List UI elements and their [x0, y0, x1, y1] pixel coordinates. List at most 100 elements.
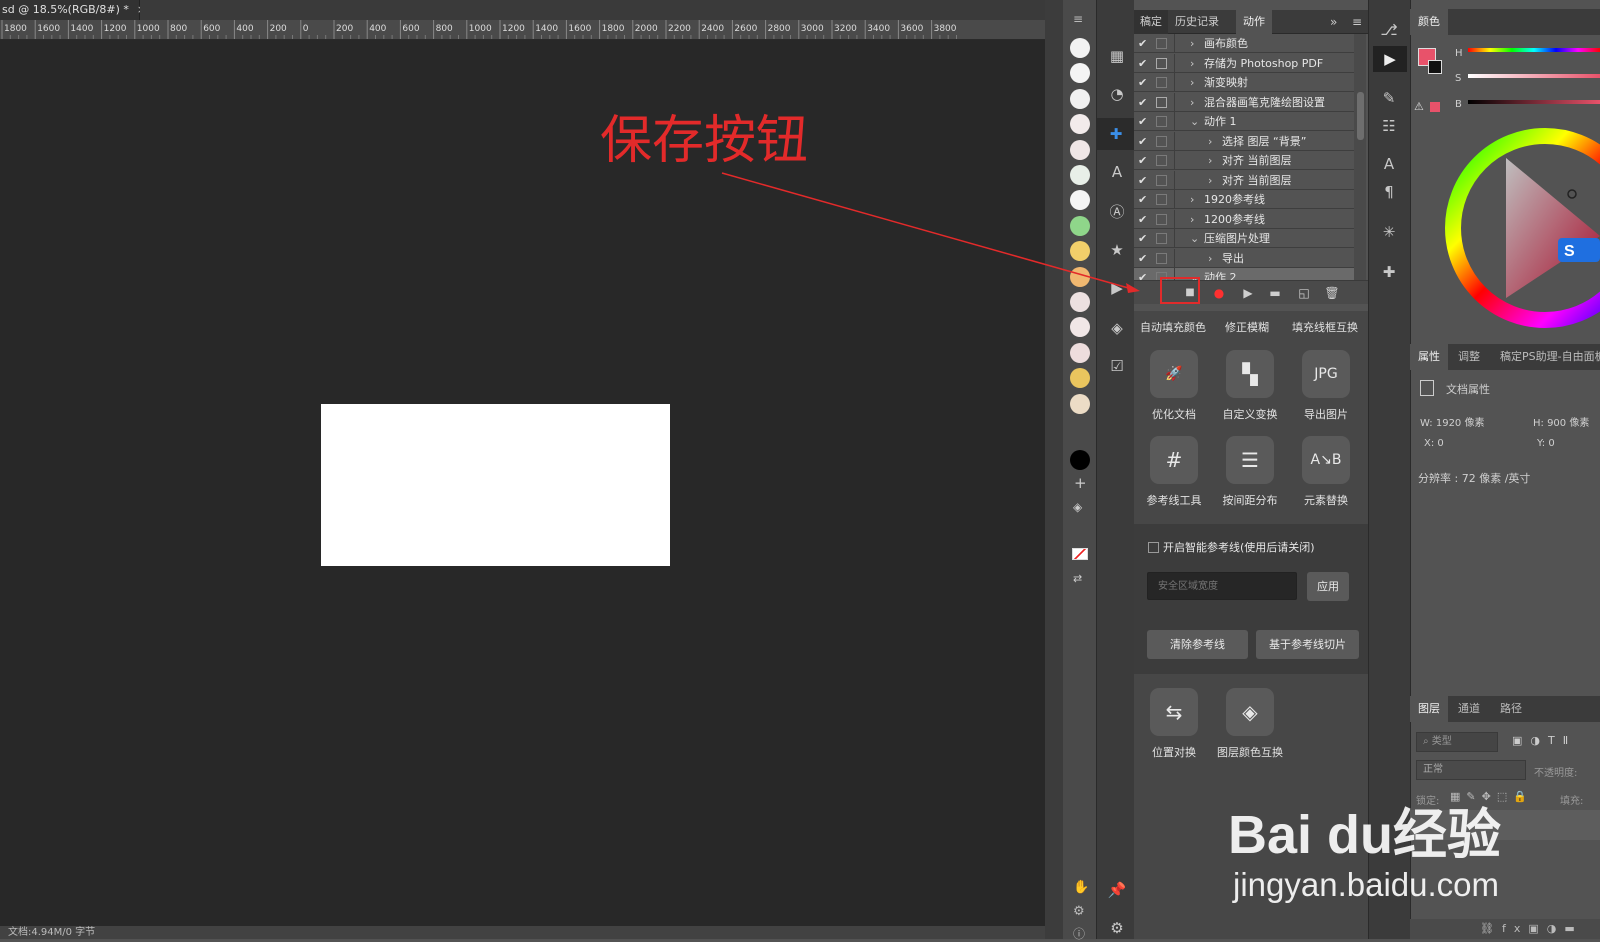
jpg-export-icon[interactable]: JPG — [1302, 350, 1350, 398]
rocket-icon[interactable]: 🚀 — [1150, 350, 1198, 398]
layers-bottom-toolbar[interactable]: ⛓fx▣◑▬ — [1410, 919, 1600, 939]
sliders-icon[interactable]: ☷ — [1379, 116, 1399, 136]
chevron-right-icon[interactable]: › — [1208, 249, 1212, 268]
layer-filter-select[interactable]: ⌕ 类型 — [1416, 732, 1498, 752]
grid-hash-icon[interactable]: # — [1150, 436, 1198, 484]
dialog-toggle[interactable] — [1156, 57, 1167, 69]
pin-icon[interactable]: 📌 — [1107, 880, 1127, 900]
chevron-down-icon[interactable]: ⌄ — [1190, 112, 1199, 131]
color-swatch[interactable] — [1070, 165, 1090, 185]
info-icon[interactable]: ⓘ — [1073, 925, 1085, 942]
character-icon[interactable]: A — [1379, 154, 1399, 174]
dialog-toggle[interactable] — [1156, 252, 1167, 264]
action-row[interactable]: ✔ › 画布颜色 — [1134, 34, 1354, 53]
checklist-icon[interactable]: ☑ — [1107, 356, 1127, 376]
chevron-right-icon[interactable]: › — [1208, 171, 1212, 190]
check-icon[interactable]: ✔ — [1138, 34, 1152, 53]
gamut-swatch[interactable] — [1430, 102, 1440, 112]
check-icon[interactable]: ✔ — [1138, 73, 1152, 92]
play-icon[interactable]: ▶ — [1107, 278, 1127, 298]
check-icon[interactable]: ✔ — [1138, 190, 1152, 209]
color-swatch[interactable] — [1070, 114, 1090, 135]
color-swatch[interactable] — [1070, 393, 1090, 414]
color-swatch[interactable] — [1070, 368, 1090, 389]
action-row[interactable]: ✔ › 1920参考线 — [1134, 190, 1354, 209]
dialog-toggle[interactable] — [1156, 155, 1167, 166]
blend-mode-select[interactable]: 正常 — [1416, 760, 1526, 780]
actions-scrollbar[interactable] — [1354, 34, 1366, 280]
chevron-right-icon[interactable]: › — [1190, 190, 1194, 209]
check-icon[interactable]: ✔ — [1138, 151, 1152, 170]
safe-area-input[interactable] — [1147, 572, 1297, 600]
action-row[interactable]: ✔ › 选择 图层 “背景” — [1134, 131, 1354, 151]
saturation-slider[interactable] — [1468, 74, 1600, 78]
action-row[interactable]: ✔ › 1200参考线 — [1134, 209, 1354, 229]
puzzle-icon[interactable]: ✚ — [1097, 118, 1135, 150]
delete-button[interactable]: 🗑 — [1324, 285, 1340, 301]
action-row[interactable]: ✔ › 存储为 Photoshop PDF — [1134, 53, 1354, 73]
chevron-right-icon[interactable]: › — [1190, 54, 1194, 73]
chevron-down-icon[interactable]: ⌄ — [1190, 229, 1199, 248]
panel-expand-icon[interactable]: » — [1330, 15, 1337, 29]
text-icon[interactable]: A — [1107, 162, 1127, 182]
color-wheel[interactable]: S — [1440, 126, 1600, 336]
apply-button[interactable]: 应用 — [1307, 572, 1349, 601]
black-swatch[interactable] — [1070, 450, 1090, 470]
brush-settings-icon[interactable]: ✎ — [1379, 88, 1399, 108]
paragraph-icon[interactable]: ¶ — [1379, 182, 1399, 202]
chevron-right-icon[interactable]: › — [1208, 151, 1212, 170]
action-row[interactable]: ✔ ⌄ 压缩图片处理 — [1134, 229, 1354, 248]
color-swatch[interactable] — [1070, 190, 1090, 211]
layers-icon[interactable]: ◈ — [1107, 318, 1127, 338]
gamut-warning-icon[interactable]: ⚠ — [1414, 100, 1424, 113]
chevron-right-icon[interactable]: › — [1190, 34, 1194, 53]
layers-stack-icon[interactable]: ◈ — [1073, 500, 1082, 514]
actions-play-icon[interactable]: ▶ — [1373, 46, 1407, 72]
check-icon[interactable]: ✔ — [1138, 54, 1152, 73]
swap-icon[interactable]: A↘B — [1302, 436, 1350, 484]
actions-scroll-thumb[interactable] — [1357, 92, 1364, 140]
tab-assistant-panel[interactable]: 稿定PS助理-自由面板 — [1492, 344, 1600, 370]
dialog-toggle[interactable] — [1156, 174, 1167, 186]
color-swatch[interactable] — [1070, 317, 1090, 338]
clear-guides-button[interactable]: 清除参考线 — [1147, 630, 1248, 659]
dialog-toggle[interactable] — [1156, 38, 1167, 49]
background-color[interactable] — [1428, 60, 1442, 74]
settings-icon[interactable]: ⚙ — [1073, 904, 1085, 919]
color-swatch[interactable] — [1070, 38, 1090, 58]
slice-by-guides-button[interactable]: 基于参考线切片 — [1256, 630, 1359, 659]
smart-guides-checkbox[interactable] — [1148, 542, 1159, 553]
action-row[interactable]: ✔ › 对齐 当前图层 — [1134, 170, 1354, 190]
action-row[interactable]: ✔ › 导出 — [1134, 248, 1354, 268]
hue-slider[interactable] — [1468, 48, 1600, 52]
shapes-icon[interactable]: ◔ — [1107, 84, 1127, 104]
swap-fill-stroke-link[interactable]: 填充线框互换 — [1292, 319, 1358, 335]
layout-icon[interactable]: ▦ — [1107, 46, 1127, 66]
dialog-toggle[interactable] — [1156, 77, 1167, 88]
color-swatch[interactable] — [1070, 88, 1090, 109]
check-icon[interactable]: ✔ — [1138, 112, 1152, 131]
action-row[interactable]: ✔ › 渐变映射 — [1134, 73, 1354, 92]
check-icon[interactable]: ✔ — [1138, 249, 1152, 268]
color-swatch[interactable] — [1070, 266, 1090, 287]
action-row[interactable]: ✔ › 混合器画笔克隆绘图设置 — [1134, 92, 1354, 112]
record-button[interactable]: ● — [1211, 285, 1227, 301]
tab-actions[interactable]: 动作 — [1236, 10, 1272, 34]
color-swatch[interactable] — [1070, 139, 1090, 160]
position-swap-icon[interactable]: ⇆ — [1150, 688, 1198, 736]
layer-filter-icons[interactable]: ▣◑TⅡ — [1512, 734, 1576, 747]
check-icon[interactable]: ✔ — [1138, 132, 1152, 151]
add-swatch-icon[interactable]: + — [1074, 474, 1087, 492]
star-icon[interactable]: ★ — [1107, 240, 1127, 260]
tab-layers[interactable]: 图层 — [1410, 696, 1448, 722]
tab-adjustments[interactable]: 调整 — [1450, 344, 1488, 370]
dialog-toggle[interactable] — [1156, 135, 1167, 147]
dialog-toggle[interactable] — [1156, 213, 1167, 225]
swap-colors-icon[interactable]: ⇄ — [1073, 572, 1082, 585]
document-canvas[interactable] — [321, 404, 670, 566]
fix-blur-link[interactable]: 修正模糊 — [1225, 319, 1269, 335]
hand-icon[interactable]: ✋ — [1073, 880, 1089, 895]
document-tab[interactable]: sd @ 18.5%(RGB/8#) *× — [0, 0, 146, 20]
new-action-button[interactable]: ◱ — [1296, 285, 1312, 301]
font-image-icon[interactable]: Ⓐ — [1107, 202, 1127, 222]
